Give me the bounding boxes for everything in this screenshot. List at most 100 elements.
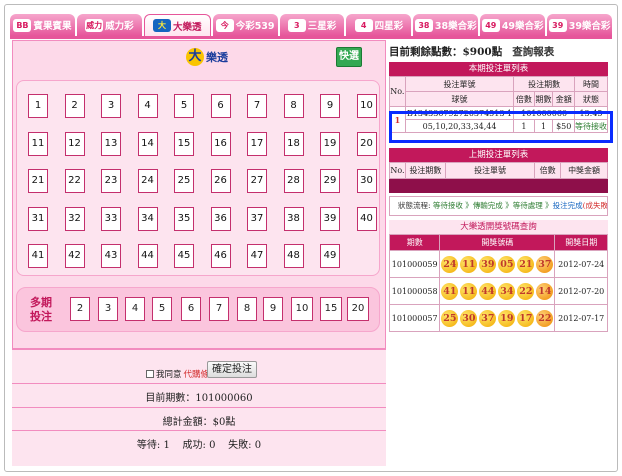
flow-step: 等待處理 》 — [512, 201, 553, 210]
multi-period-button[interactable]: 9 — [263, 297, 283, 321]
lotto-ball: 22 — [517, 282, 535, 300]
lotto-logo-mark: 大 — [186, 48, 204, 66]
number-button[interactable]: 15 — [174, 131, 194, 156]
tab-label: 大樂透 — [172, 21, 202, 33]
tab-5[interactable]: 4 四星彩 — [346, 14, 412, 36]
number-button[interactable]: 19 — [320, 131, 340, 156]
tab-1[interactable]: 威力 威力彩 — [76, 14, 142, 36]
number-button[interactable]: 4 — [137, 94, 158, 118]
special-ball: 22 — [536, 309, 554, 327]
number-button[interactable]: 46 — [210, 244, 231, 268]
number-button[interactable]: 22 — [64, 169, 85, 193]
draw-period: 101000057 — [388, 304, 441, 332]
multi-period-button[interactable]: 2 — [70, 297, 90, 321]
lottery-logo-icon: 38 — [414, 18, 433, 32]
multi-period-label: 多期投注 — [30, 296, 52, 323]
number-button[interactable]: 23 — [101, 169, 121, 193]
draw-col-header: 期數 — [388, 234, 441, 251]
draw-results-table: 期數 開獎號碼 開獎日期 101000059 24 11 39 05 21 37 2012-07-… — [388, 234, 608, 332]
col-period: 投注期數 — [513, 76, 575, 92]
number-button[interactable]: 12 — [64, 131, 85, 156]
number-button[interactable]: 36 — [210, 206, 231, 231]
lotto-ball: 44 — [479, 282, 497, 300]
number-button[interactable]: 37 — [247, 206, 267, 231]
number-button[interactable]: 26 — [210, 169, 231, 193]
multi-period-button[interactable]: 5 — [152, 297, 172, 321]
number-button[interactable]: 34 — [137, 206, 158, 231]
draw-balls: 25 30 37 19 17 22 — [439, 304, 556, 332]
tab-2[interactable]: 大大樂透 — [143, 14, 211, 36]
confirm-bet-button[interactable]: 確定投注 — [207, 361, 257, 378]
tab-7[interactable]: 49 49樂合彩 — [480, 14, 546, 36]
number-button[interactable]: 33 — [101, 206, 121, 231]
col-ticket: 投注單號 — [404, 76, 515, 92]
multi-period-button[interactable]: 4 — [125, 297, 145, 321]
number-button[interactable]: 39 — [320, 206, 340, 231]
flow-step: (成失敗) — [582, 201, 608, 210]
number-button[interactable]: 14 — [137, 131, 158, 156]
number-button[interactable]: 17 — [247, 131, 267, 156]
quick-pick-button[interactable]: 快選 — [336, 47, 362, 67]
number-button[interactable]: 41 — [28, 244, 48, 268]
tab-3[interactable]: 今今彩539 — [212, 14, 278, 36]
number-button[interactable]: 9 — [320, 94, 340, 118]
last-col-header: 中獎金額 — [560, 162, 608, 179]
number-button[interactable]: 5 — [174, 94, 194, 118]
multi-period-button[interactable]: 3 — [98, 297, 118, 321]
agree-checkbox[interactable] — [146, 370, 154, 378]
number-button[interactable]: 13 — [101, 131, 121, 156]
number-button[interactable]: 43 — [101, 244, 121, 268]
last-col-header: 投注單號 — [444, 162, 536, 179]
number-button[interactable]: 16 — [210, 131, 231, 156]
number-button[interactable]: 45 — [174, 244, 194, 268]
number-button[interactable]: 38 — [283, 206, 304, 231]
special-ball: 14 — [536, 282, 554, 300]
number-button[interactable]: 18 — [283, 131, 304, 156]
number-button[interactable]: 49 — [320, 244, 340, 268]
multi-period-button[interactable]: 15 — [320, 297, 342, 321]
number-button[interactable]: 11 — [28, 131, 48, 156]
number-button[interactable]: 32 — [64, 206, 85, 231]
number-button[interactable]: 2 — [64, 94, 85, 118]
query-report-link[interactable]: 查詢報表 — [512, 44, 554, 59]
number-button[interactable]: 3 — [101, 94, 121, 118]
number-button[interactable]: 28 — [283, 169, 304, 193]
number-button[interactable]: 24 — [137, 169, 158, 193]
flow-step: 傳輸完成 》 — [472, 201, 513, 210]
number-button[interactable]: 47 — [247, 244, 267, 268]
current-period: 目前期數：101000060 — [145, 393, 253, 404]
game-tabs: BB 賓果賓果 威力 威力彩大大樂透今今彩539 3 三星彩 4 四星彩 38 38樂合彩 49 49… — [10, 14, 613, 36]
number-button[interactable]: 42 — [64, 244, 85, 268]
multi-period-button[interactable]: 6 — [181, 297, 201, 321]
number-button[interactable]: 35 — [174, 206, 194, 231]
number-button[interactable]: 40 — [356, 206, 377, 231]
number-button[interactable]: 6 — [210, 94, 231, 118]
number-button[interactable]: 20 — [356, 131, 377, 156]
tab-8[interactable]: 39 39樂合彩 — [547, 14, 613, 36]
number-button[interactable]: 44 — [137, 244, 158, 268]
number-button[interactable]: 29 — [320, 169, 340, 193]
number-button[interactable]: 7 — [247, 94, 267, 118]
lotto-ball: 11 — [460, 282, 478, 300]
number-button[interactable]: 8 — [283, 94, 304, 118]
number-button[interactable]: 25 — [174, 169, 194, 193]
draw-results-header: 大樂透開獎號碼查詢 — [389, 220, 608, 234]
number-button[interactable]: 10 — [356, 94, 377, 118]
multi-period-button[interactable]: 8 — [237, 297, 257, 321]
tab-0[interactable]: BB 賓果賓果 — [10, 14, 75, 36]
number-button[interactable]: 48 — [283, 244, 304, 268]
lotto-ball: 24 — [441, 255, 459, 273]
number-button[interactable]: 21 — [28, 169, 48, 193]
special-ball: 37 — [536, 255, 554, 273]
number-button[interactable]: 30 — [356, 169, 377, 193]
multi-period-button[interactable]: 10 — [291, 297, 313, 321]
tab-label: 三星彩 — [307, 21, 337, 32]
multi-period-button[interactable]: 20 — [347, 297, 369, 321]
number-button[interactable]: 1 — [28, 94, 48, 118]
tab-4[interactable]: 3 三星彩 — [279, 14, 345, 36]
number-button[interactable]: 31 — [28, 206, 48, 231]
multi-period-button[interactable]: 7 — [209, 297, 229, 321]
number-button[interactable]: 27 — [247, 169, 267, 193]
lotto-logo: 大 樂透 — [186, 44, 230, 70]
tab-6[interactable]: 38 38樂合彩 — [413, 14, 479, 36]
